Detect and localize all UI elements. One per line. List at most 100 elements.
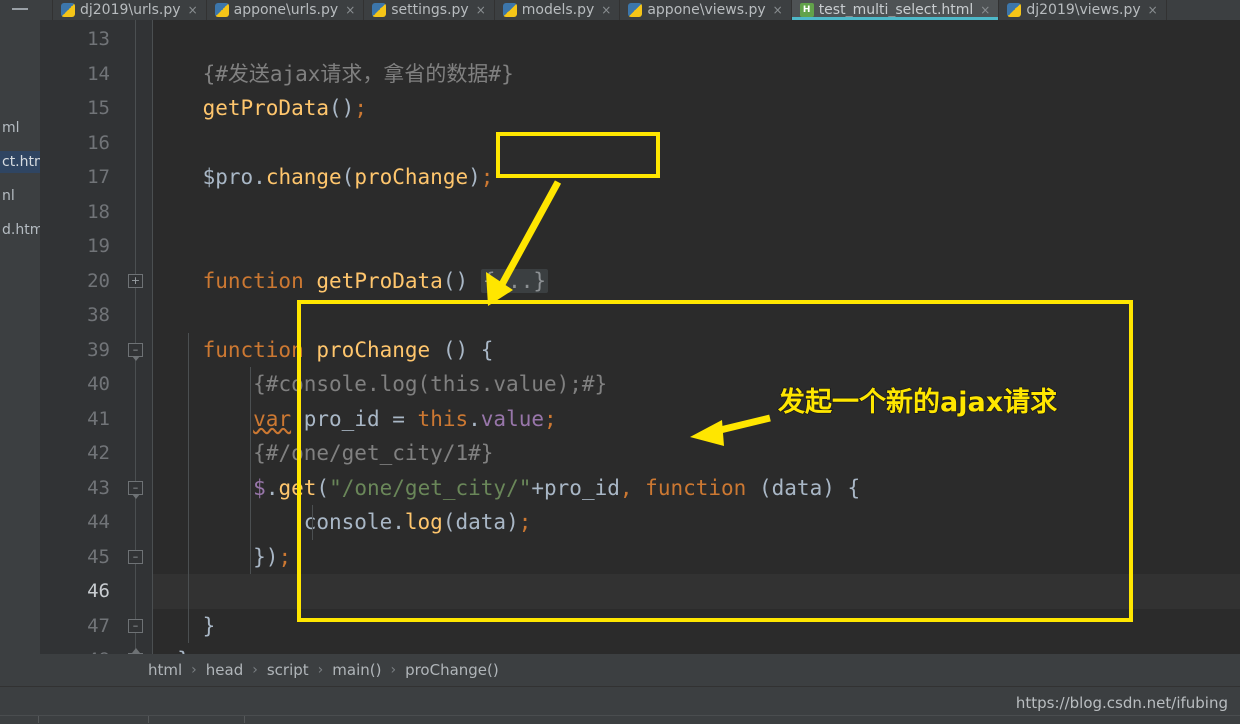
code-line[interactable]: $pro.change(proChange); xyxy=(152,160,494,195)
line-number-gutter[interactable]: 13 14 15 16 17 18 19 20 38 39 40 41 42 43 44 45 46 47 48 + –… xyxy=(40,20,153,654)
line-number: 48 xyxy=(40,643,110,654)
code-line[interactable]: getProData(); xyxy=(152,91,367,126)
code-token: $pro xyxy=(202,165,254,189)
editor-tab[interactable]: dj2019\views.py × xyxy=(999,0,1167,20)
code-token: ) xyxy=(506,510,519,534)
python-file-icon xyxy=(628,3,643,17)
code-token: value xyxy=(480,406,544,431)
line-number: 40 xyxy=(87,373,110,395)
breadcrumb-item[interactable]: html xyxy=(148,661,182,679)
status-tick xyxy=(38,716,39,723)
breadcrumb-item[interactable]: head xyxy=(206,661,243,679)
editor-tab-label: settings.py xyxy=(391,2,469,18)
code-token: $ xyxy=(253,475,266,500)
editor-tab[interactable]: dj2019\urls.py × xyxy=(53,0,207,20)
code-token: ; xyxy=(278,544,292,569)
code-token: ; xyxy=(544,406,557,431)
close-icon[interactable]: × xyxy=(773,4,783,16)
code-token: . xyxy=(253,165,266,189)
code-token: change xyxy=(265,165,342,189)
fold-collapse-icon[interactable]: – xyxy=(128,480,143,499)
editor-tab[interactable]: appone\urls.py × xyxy=(206,0,365,20)
close-icon[interactable]: × xyxy=(188,4,198,16)
python-file-icon xyxy=(214,3,229,17)
code-line[interactable]: var pro_id = this.value; xyxy=(152,402,557,437)
line-number: 14 xyxy=(87,62,110,85)
code-line[interactable]: }); xyxy=(152,540,291,575)
code-token: proChange xyxy=(354,165,469,189)
code-content[interactable]: {#发送ajax请求，拿省的数据#} getProData(); $pro.ch… xyxy=(152,20,1240,655)
code-line[interactable]: } xyxy=(152,609,216,644)
code-token: proChange xyxy=(316,337,431,362)
code-token: {#/one/get_city/1#} xyxy=(253,441,494,465)
breadcrumb[interactable]: html › head › script › main() › proChange() xyxy=(40,654,1240,686)
code-line[interactable]: function proChange () { xyxy=(152,333,494,368)
breadcrumb-item[interactable]: proChange() xyxy=(405,661,499,679)
close-icon[interactable]: × xyxy=(1148,4,1158,16)
code-token: getProData xyxy=(202,96,330,120)
python-file-icon xyxy=(502,3,517,17)
line-number: 45 xyxy=(87,545,110,568)
line-number: 39 xyxy=(87,338,110,361)
editor-tab[interactable]: appone\views.py × xyxy=(620,0,792,20)
editor-tab-label: appone\views.py xyxy=(647,2,766,18)
project-tree-item[interactable]: ml xyxy=(0,117,40,139)
line-number: 15 xyxy=(87,97,110,119)
code-token: { xyxy=(847,475,861,500)
project-tree-item[interactable]: nl xyxy=(0,185,40,207)
code-token: ( xyxy=(442,510,456,534)
code-token: data xyxy=(771,475,823,500)
code-line[interactable]: {#console.log(this.value);#} xyxy=(152,367,607,402)
code-line[interactable]: $.get("/one/get_city/"+pro_id, function … xyxy=(152,471,860,506)
line-number: 43 xyxy=(87,476,110,499)
code-token: {...} xyxy=(480,268,548,293)
code-line[interactable]: function getProData() {...} xyxy=(152,264,548,299)
code-line[interactable]: } xyxy=(152,643,190,654)
editor-tab-bar: dj2019\urls.py × appone\urls.py × settings.p… xyxy=(0,0,1240,20)
project-tree-item[interactable]: ct.htm xyxy=(0,151,40,173)
fold-collapse-icon[interactable]: – xyxy=(128,342,143,361)
line-number: 20 xyxy=(87,269,110,292)
editor-tab[interactable]: Htest_multi_select.html × xyxy=(791,0,1000,20)
editor-tab[interactable]: settings.py × xyxy=(364,0,495,20)
code-token: { xyxy=(480,337,494,362)
close-icon[interactable]: × xyxy=(476,4,486,16)
code-editor[interactable]: 13 14 15 16 17 18 19 20 38 39 40 41 42 43 44 45 46 47 48 + –… xyxy=(40,20,1240,654)
editor-tab[interactable]: models.py × xyxy=(494,0,621,20)
project-tree-panel[interactable]: ml ct.htm nl d.html xyxy=(0,20,41,670)
project-tree-item[interactable]: d.html xyxy=(0,219,40,241)
fold-expand-icon[interactable]: + xyxy=(128,273,143,288)
breadcrumb-item[interactable]: script xyxy=(267,661,309,679)
code-token: () xyxy=(442,337,469,362)
fold-collapse-icon[interactable]: – xyxy=(128,618,143,633)
code-line[interactable]: {#/one/get_city/1#} xyxy=(152,436,493,471)
breadcrumb-separator-icon: › xyxy=(390,662,397,678)
code-token: ) xyxy=(468,165,481,189)
line-number: 38 xyxy=(87,304,110,326)
close-icon[interactable]: × xyxy=(601,4,611,16)
fold-collapse-icon[interactable]: – xyxy=(128,549,143,564)
close-icon[interactable]: × xyxy=(345,4,355,16)
breadcrumb-item[interactable]: main() xyxy=(332,661,381,679)
code-token: function xyxy=(202,337,304,362)
code-line[interactable]: console.log(data); xyxy=(152,505,532,540)
code-token: = xyxy=(379,406,418,431)
code-token: {#发送ajax请求，拿省的数据#} xyxy=(202,61,514,86)
code-line[interactable]: {#发送ajax请求，拿省的数据#} xyxy=(152,57,514,92)
editor-tab-label: dj2019\urls.py xyxy=(80,2,181,18)
close-icon[interactable]: × xyxy=(980,4,990,16)
